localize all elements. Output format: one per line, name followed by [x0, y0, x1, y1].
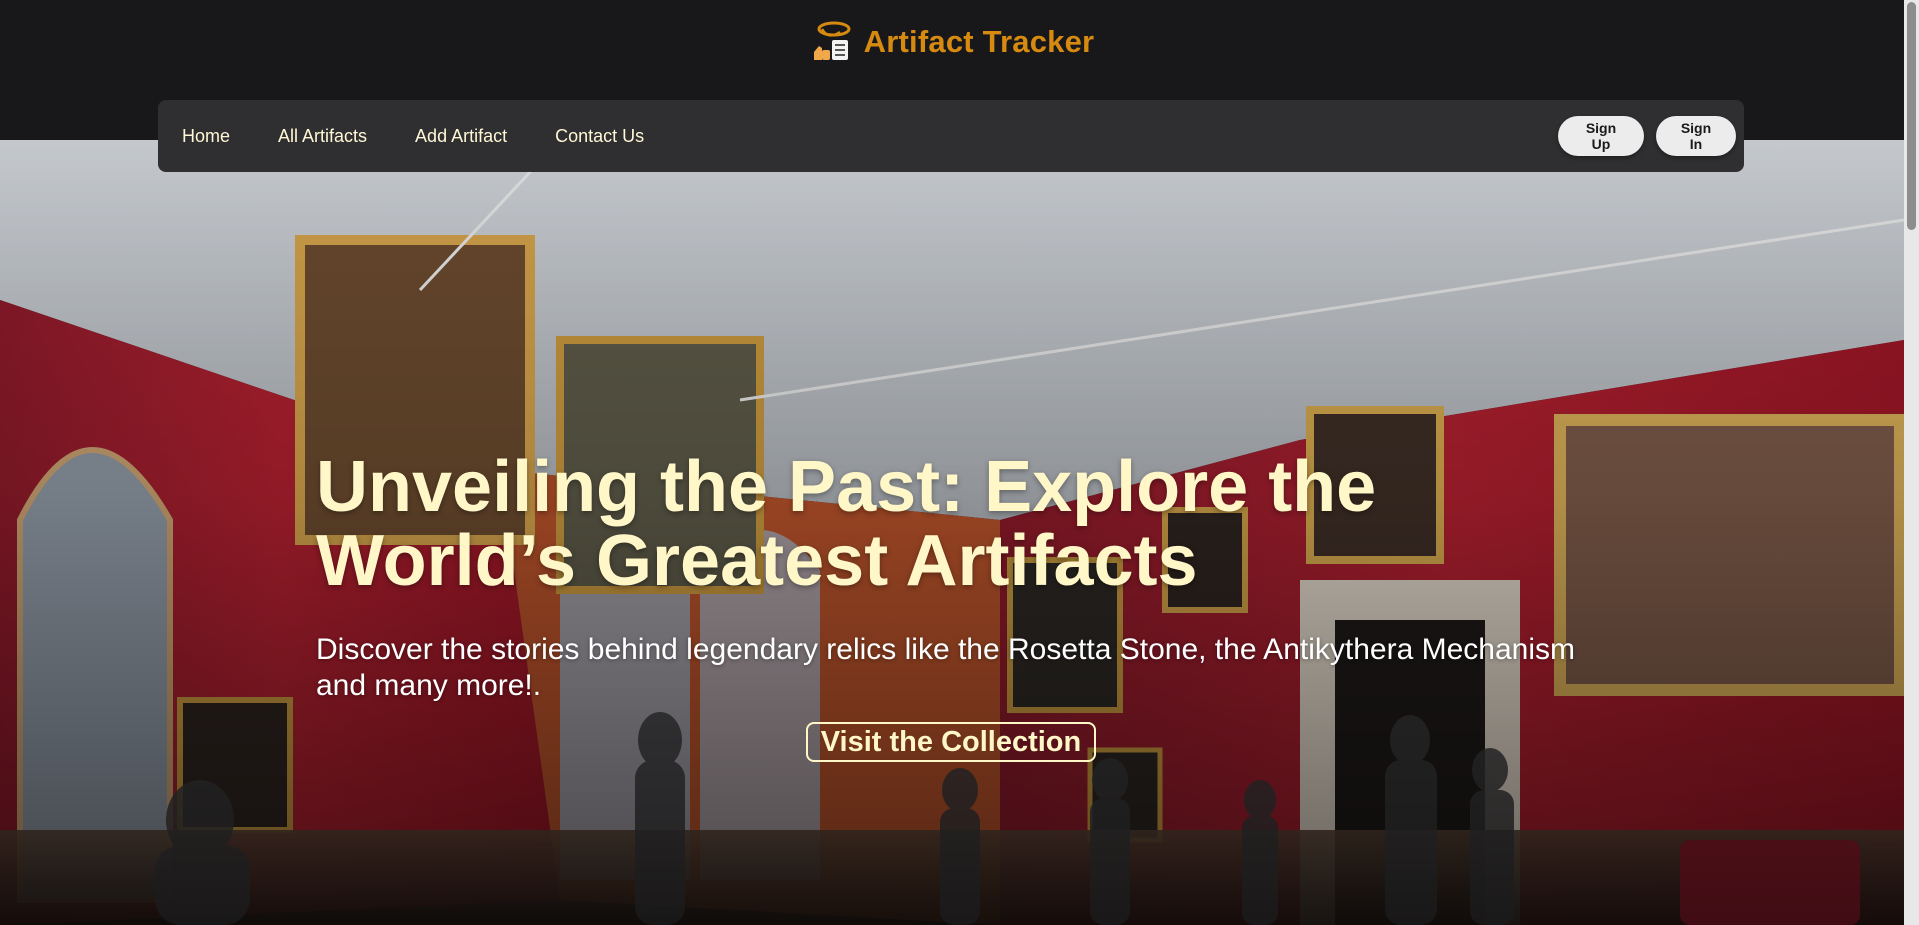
artifact-scroll-icon — [813, 21, 851, 60]
sign-up-button[interactable]: Sign Up — [1558, 116, 1644, 156]
hero-subtitle: Discover the stories behind legendary re… — [316, 633, 1575, 702]
hero-content: Unveiling the Past: Explore the World’s … — [316, 450, 1596, 704]
nav-add-artifact[interactable]: Add Artifact — [415, 126, 507, 147]
main-nav: Home All Artifacts Add Artifact Contact … — [158, 100, 1744, 172]
scroll-thumb[interactable] — [1907, 2, 1916, 230]
nav-home[interactable]: Home — [182, 126, 230, 147]
brand: Artifact Tracker — [0, 20, 1904, 64]
sign-in-button[interactable]: Sign In — [1656, 116, 1736, 156]
page-scrollbar[interactable] — [1904, 0, 1919, 925]
auth-actions: Sign Up Sign In — [1558, 116, 1744, 156]
nav-links: Home All Artifacts Add Artifact Contact … — [158, 126, 644, 147]
hero-title: Unveiling the Past: Explore the World’s … — [316, 447, 1377, 601]
brand-title[interactable]: Artifact Tracker — [864, 24, 1095, 60]
nav-contact-us[interactable]: Contact Us — [555, 126, 644, 147]
visit-collection-button[interactable]: Visit the Collection — [806, 722, 1096, 762]
nav-all-artifacts[interactable]: All Artifacts — [278, 126, 367, 147]
